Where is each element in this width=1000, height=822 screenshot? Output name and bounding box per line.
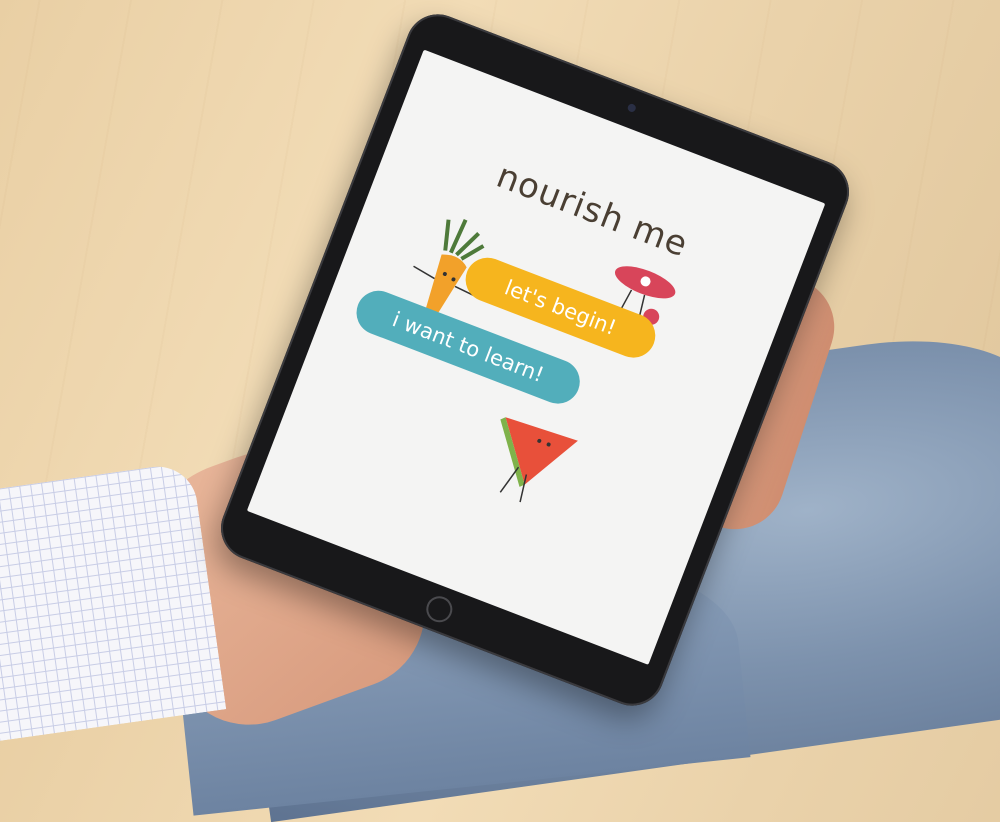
watermelon-character bbox=[499, 417, 578, 503]
front-camera bbox=[626, 102, 637, 114]
shirt-sleeve bbox=[0, 461, 227, 743]
home-button[interactable] bbox=[422, 592, 457, 627]
